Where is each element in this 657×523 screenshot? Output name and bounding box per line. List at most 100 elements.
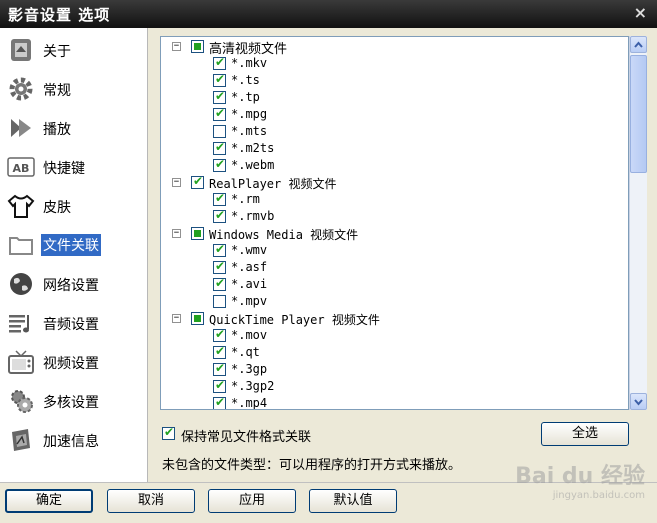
group-checkbox[interactable] xyxy=(191,227,204,240)
audio-icon xyxy=(9,315,29,333)
keep-association-label: 保持常见文件格式关联 xyxy=(181,430,312,445)
item-label: *.mov xyxy=(231,328,268,342)
item-checkbox[interactable]: ✔ xyxy=(213,89,226,104)
item-checkbox[interactable]: ✔ xyxy=(213,55,226,70)
group-label: RealPlayer 视频文件 xyxy=(209,177,337,191)
sidebar-item-multicore[interactable]: 多核设置 xyxy=(0,383,147,419)
sidebar-item-general[interactable]: 常规 xyxy=(0,71,147,107)
check-icon: ✔ xyxy=(215,395,226,409)
partial-check-icon xyxy=(194,43,201,50)
keyboard-icon: AB xyxy=(7,157,35,177)
sidebar-item-audio[interactable]: 音频设置 xyxy=(0,305,147,341)
sidebar-item-label: 音频设置 xyxy=(43,317,99,333)
item-label: *.tp xyxy=(231,90,260,104)
check-icon: ✔ xyxy=(215,89,226,103)
item-checkbox[interactable]: ✔ xyxy=(213,395,226,409)
item-checkbox[interactable]: ✔ xyxy=(213,191,226,206)
folder-icon xyxy=(9,237,33,255)
check-icon: ✔ xyxy=(164,425,175,439)
item-checkbox[interactable]: ✔ xyxy=(213,276,226,291)
sidebar-item-label: 常规 xyxy=(43,83,71,99)
sidebar-item-label: 网络设置 xyxy=(43,278,99,294)
tree-group-quicktime[interactable]: − QuickTime Player 视频文件 xyxy=(161,310,621,327)
about-icon xyxy=(11,39,31,61)
check-icon: ✔ xyxy=(215,378,226,392)
keep-association-checkbox[interactable]: ✔ xyxy=(162,425,175,440)
item-checkbox[interactable]: ✔ xyxy=(213,378,226,393)
sidebar-item-hotkeys[interactable]: AB 快捷键 xyxy=(0,149,147,185)
check-icon: ✔ xyxy=(215,259,226,273)
tree-group-windows-media[interactable]: − Windows Media 视频文件 xyxy=(161,225,621,242)
sidebar-item-label: 多核设置 xyxy=(43,395,99,411)
check-icon: ✔ xyxy=(215,106,226,120)
item-label: *.mpv xyxy=(231,294,268,308)
item-label: *.3gp2 xyxy=(231,379,275,393)
collapse-icon[interactable]: − xyxy=(172,314,181,323)
tree-scrollbar[interactable] xyxy=(629,36,647,410)
group-checkbox[interactable] xyxy=(191,40,204,53)
check-icon: ✔ xyxy=(193,174,204,188)
item-label: *.mts xyxy=(231,124,268,138)
item-label: *.ts xyxy=(231,73,260,87)
scroll-down-button[interactable] xyxy=(630,393,647,410)
collapse-icon[interactable]: − xyxy=(172,178,181,187)
apply-button[interactable]: 应用 xyxy=(208,489,296,513)
check-icon: ✔ xyxy=(215,140,226,154)
partial-check-icon xyxy=(194,315,201,322)
item-checkbox[interactable]: ✔ xyxy=(213,327,226,342)
chevron-up-icon xyxy=(634,41,643,48)
close-icon[interactable]: × xyxy=(634,3,647,22)
item-checkbox[interactable] xyxy=(213,295,226,308)
play-icon xyxy=(11,119,31,137)
item-label: *.m2ts xyxy=(231,141,275,155)
sidebar-item-label: 视频设置 xyxy=(43,356,99,372)
item-checkbox[interactable]: ✔ xyxy=(213,208,226,223)
check-icon: ✔ xyxy=(215,276,226,290)
sidebar-item-skin[interactable]: 皮肤 xyxy=(0,188,147,224)
select-all-button[interactable]: 全选 xyxy=(541,422,629,446)
tree-group-realplayer[interactable]: − ✔ RealPlayer 视频文件 xyxy=(161,174,621,191)
default-values-button[interactable]: 默认值 xyxy=(309,489,397,513)
group-checkbox[interactable] xyxy=(191,312,204,325)
group-label: Windows Media 视频文件 xyxy=(209,228,359,242)
item-label: *.rm xyxy=(231,192,260,206)
item-checkbox[interactable]: ✔ xyxy=(213,140,226,155)
check-icon: ✔ xyxy=(215,55,226,69)
ok-button[interactable]: 确定 xyxy=(5,489,93,513)
collapse-icon[interactable]: − xyxy=(172,229,181,238)
sidebar-item-file-assoc[interactable]: 文件关联 xyxy=(0,227,147,263)
tv-icon xyxy=(8,350,34,374)
tree-group-hd[interactable]: − 高清视频文件 xyxy=(161,38,621,57)
collapse-icon[interactable]: − xyxy=(172,42,181,51)
skin-shirt-icon xyxy=(7,194,35,218)
item-checkbox[interactable]: ✔ xyxy=(213,157,226,172)
sidebar: 关于 常规 播放 AB 快捷键 皮肤 文件关联 网络设置 音频设置 视频设置 多… xyxy=(0,28,148,482)
file-type-tree[interactable]: − 高清视频文件 ✔ *.mkv ✔ *.ts ✔ *.tp ✔ *.mpg *.mts… xyxy=(160,36,629,410)
group-checkbox[interactable]: ✔ xyxy=(191,174,204,189)
check-icon: ✔ xyxy=(215,344,226,358)
check-icon: ✔ xyxy=(215,191,226,205)
item-checkbox[interactable]: ✔ xyxy=(213,361,226,376)
cancel-button[interactable]: 取消 xyxy=(107,489,195,513)
item-checkbox[interactable]: ✔ xyxy=(213,344,226,359)
sidebar-item-video[interactable]: 视频设置 xyxy=(0,344,147,380)
item-label: *.avi xyxy=(231,277,268,291)
scroll-up-button[interactable] xyxy=(630,36,647,53)
item-checkbox[interactable]: ✔ xyxy=(213,242,226,257)
item-label: *.mpg xyxy=(231,107,268,121)
svg-text:AB: AB xyxy=(13,162,30,175)
acceleration-icon xyxy=(12,429,30,451)
sidebar-item-about[interactable]: 关于 xyxy=(0,32,147,68)
check-icon: ✔ xyxy=(215,72,226,86)
item-checkbox[interactable] xyxy=(213,125,226,138)
chevron-down-icon xyxy=(634,399,643,406)
sidebar-item-playback[interactable]: 播放 xyxy=(0,110,147,146)
scroll-thumb[interactable] xyxy=(630,55,647,173)
item-checkbox[interactable]: ✔ xyxy=(213,72,226,87)
sidebar-item-network[interactable]: 网络设置 xyxy=(0,266,147,302)
sidebar-item-label: 播放 xyxy=(43,122,71,138)
multicore-gear-icon xyxy=(11,390,33,413)
sidebar-item-acceleration[interactable]: 加速信息 xyxy=(0,422,147,458)
item-checkbox[interactable]: ✔ xyxy=(213,259,226,274)
item-checkbox[interactable]: ✔ xyxy=(213,106,226,121)
